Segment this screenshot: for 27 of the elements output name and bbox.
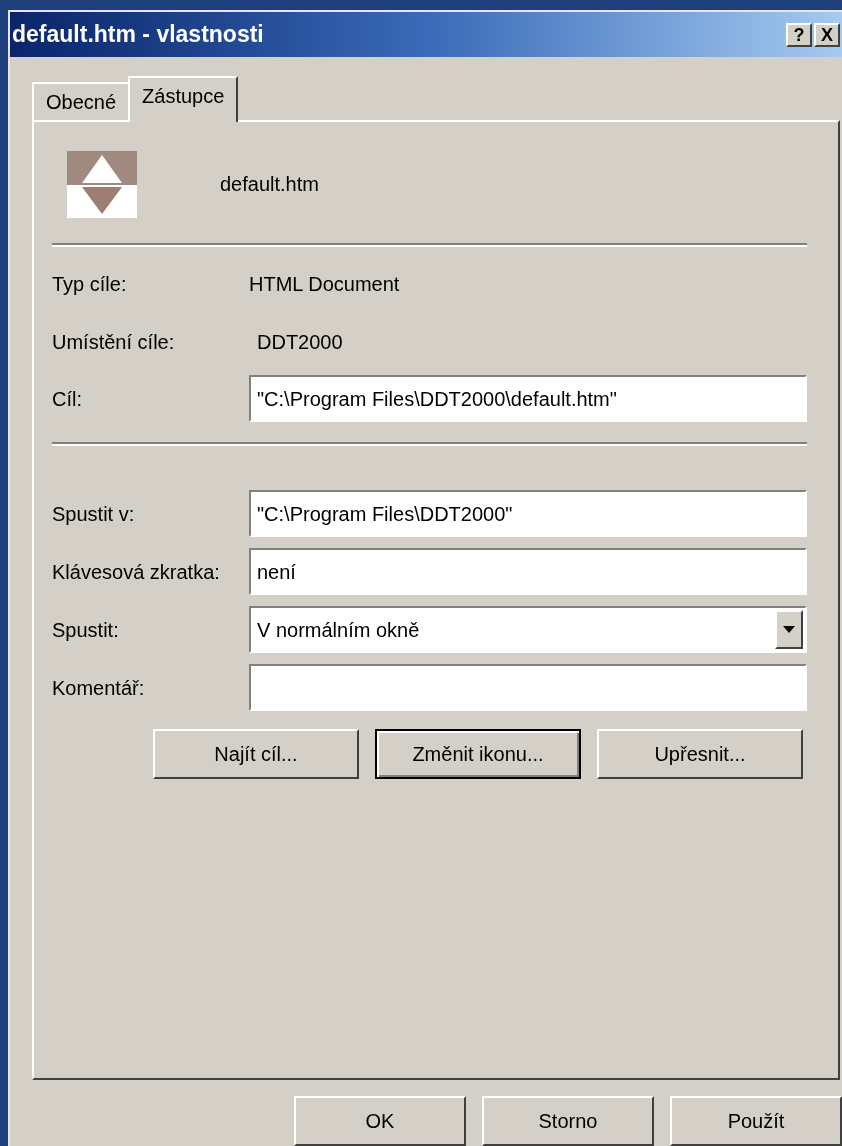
field-label: Spustit: <box>52 617 120 643</box>
field-label: Umístění cíle: <box>52 330 176 355</box>
shortcut-file-icon <box>67 150 137 218</box>
field-value: HTML Document <box>249 272 400 297</box>
field-label: Cíl: <box>52 386 83 412</box>
dropdown[interactable]: V normálním okně <box>249 606 807 653</box>
field-value: DDT2000 <box>257 330 343 355</box>
help-button[interactable]: ? <box>786 22 812 47</box>
dialog-button[interactable]: Použít <box>670 1096 842 1146</box>
window-title: default.htm - vlastnosti <box>12 20 264 50</box>
input-field[interactable]: "C:\Program Files\DDT2000\default.htm" <box>249 375 807 422</box>
field-label: Komentář: <box>52 675 146 701</box>
action-button[interactable]: Změnit ikonu... <box>375 729 581 779</box>
file-name: default.htm <box>220 172 319 197</box>
input-field[interactable] <box>249 664 807 711</box>
field-label: Klávesová zkratka: <box>52 559 221 585</box>
tab[interactable]: Zástupce <box>128 76 239 122</box>
field-label: Typ cíle: <box>52 272 128 297</box>
input-field[interactable]: není <box>249 548 807 595</box>
dialog-button[interactable]: OK <box>294 1096 466 1146</box>
action-button[interactable]: Upřesnit... <box>597 729 803 779</box>
close-button[interactable]: X <box>814 22 840 47</box>
field-label: Spustit v: <box>52 501 136 527</box>
dialog-button[interactable]: Storno <box>482 1096 654 1146</box>
action-button[interactable]: Najít cíl... <box>153 729 359 779</box>
tab[interactable]: Obecné <box>32 82 129 120</box>
input-field[interactable]: "C:\Program Files\DDT2000" <box>249 490 807 537</box>
